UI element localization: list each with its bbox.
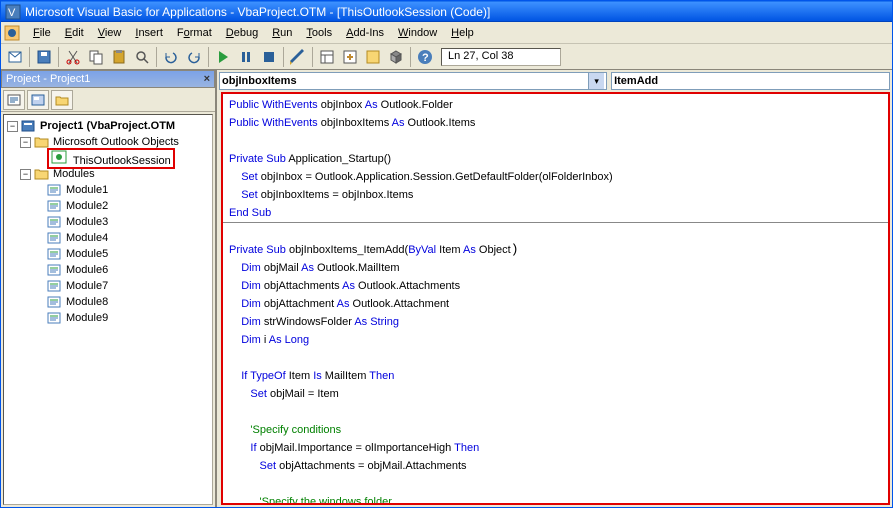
main-area: Project - Project1 × − Project1 (VbaProj… bbox=[1, 70, 892, 507]
toggle-folders-button[interactable] bbox=[51, 90, 73, 110]
code-pane: objInboxItems ▾ ItemAdd Public WithEvent… bbox=[217, 70, 892, 507]
tree-this-session[interactable]: ThisOutlookSession bbox=[7, 150, 209, 166]
tree-module[interactable]: Module2 bbox=[7, 198, 209, 214]
properties-button[interactable] bbox=[339, 46, 361, 68]
tree-module[interactable]: Module8 bbox=[7, 294, 209, 310]
module-icon bbox=[47, 279, 63, 293]
module-icon bbox=[47, 247, 63, 261]
module-icon bbox=[47, 183, 63, 197]
project-toolbar bbox=[1, 88, 215, 112]
view-outlook-button[interactable] bbox=[4, 46, 26, 68]
collapse-icon[interactable]: − bbox=[20, 137, 31, 148]
tree-module[interactable]: Module5 bbox=[7, 246, 209, 262]
project-title: Project - Project1 bbox=[6, 73, 90, 85]
menu-run[interactable]: Run bbox=[265, 25, 299, 41]
module-icon bbox=[47, 215, 63, 229]
tree-module[interactable]: Module7 bbox=[7, 278, 209, 294]
undo-button[interactable] bbox=[160, 46, 182, 68]
tree-module[interactable]: Module1 bbox=[7, 182, 209, 198]
menu-view[interactable]: View bbox=[91, 25, 129, 41]
outlook-icon[interactable] bbox=[4, 25, 20, 41]
toolbar: ? Ln 27, Col 38 bbox=[1, 44, 892, 70]
menu-format[interactable]: Format bbox=[170, 25, 219, 41]
folder-icon bbox=[34, 167, 50, 181]
menu-window[interactable]: Window bbox=[391, 25, 444, 41]
object-combo[interactable]: objInboxItems ▾ bbox=[219, 72, 607, 90]
menu-file[interactable]: File bbox=[26, 25, 58, 41]
project-header: Project - Project1 × bbox=[1, 70, 215, 88]
titlebar: V Microsoft Visual Basic for Application… bbox=[1, 1, 892, 22]
module-icon bbox=[47, 231, 63, 245]
tree-module[interactable]: Module3 bbox=[7, 214, 209, 230]
code-dropdowns: objInboxItems ▾ ItemAdd bbox=[217, 70, 892, 92]
tree-root[interactable]: − Project1 (VbaProject.OTM bbox=[7, 118, 209, 134]
cut-button[interactable] bbox=[62, 46, 84, 68]
collapse-icon[interactable]: − bbox=[20, 169, 31, 180]
menu-help[interactable]: Help bbox=[444, 25, 481, 41]
run-button[interactable] bbox=[212, 46, 234, 68]
chevron-down-icon[interactable]: ▾ bbox=[588, 73, 604, 89]
paste-button[interactable] bbox=[108, 46, 130, 68]
design-mode-button[interactable] bbox=[287, 46, 309, 68]
project-explorer-button[interactable] bbox=[316, 46, 338, 68]
tree-module[interactable]: Module9 bbox=[7, 310, 209, 326]
toolbox-button[interactable] bbox=[385, 46, 407, 68]
window-title: Microsoft Visual Basic for Applications … bbox=[25, 5, 490, 19]
app-icon: V bbox=[5, 4, 21, 20]
help-button[interactable]: ? bbox=[414, 46, 436, 68]
object-browser-button[interactable] bbox=[362, 46, 384, 68]
module-icon bbox=[47, 199, 63, 213]
view-code-button[interactable] bbox=[3, 90, 25, 110]
cursor-position: Ln 27, Col 38 bbox=[441, 48, 561, 66]
copy-button[interactable] bbox=[85, 46, 107, 68]
svg-text:?: ? bbox=[422, 52, 429, 64]
module-icon bbox=[47, 263, 63, 277]
tree-module[interactable]: Module6 bbox=[7, 262, 209, 278]
module-icon bbox=[47, 311, 63, 325]
find-button[interactable] bbox=[131, 46, 153, 68]
break-button[interactable] bbox=[235, 46, 257, 68]
menu-edit[interactable]: Edit bbox=[58, 25, 91, 41]
project-panel: Project - Project1 × − Project1 (VbaProj… bbox=[1, 70, 217, 507]
reset-button[interactable] bbox=[258, 46, 280, 68]
menu-insert[interactable]: Insert bbox=[128, 25, 170, 41]
app-window: V Microsoft Visual Basic for Application… bbox=[0, 0, 893, 508]
module-icon bbox=[47, 295, 63, 309]
tree-module[interactable]: Module4 bbox=[7, 230, 209, 246]
svg-text:V: V bbox=[8, 7, 16, 19]
menu-addins[interactable]: Add-Ins bbox=[339, 25, 391, 41]
project-icon bbox=[21, 119, 37, 133]
redo-button[interactable] bbox=[183, 46, 205, 68]
code-text[interactable]: Public WithEvents objInbox As Outlook.Fo… bbox=[223, 94, 888, 505]
collapse-icon[interactable]: − bbox=[7, 121, 18, 132]
code-editor-highlighted[interactable]: Public WithEvents objInbox As Outlook.Fo… bbox=[221, 92, 890, 505]
panel-close-button[interactable]: × bbox=[204, 73, 210, 85]
procedure-combo[interactable]: ItemAdd bbox=[611, 72, 890, 90]
project-tree[interactable]: − Project1 (VbaProject.OTM − Microsoft O… bbox=[3, 114, 213, 505]
view-object-button[interactable] bbox=[27, 90, 49, 110]
menu-tools[interactable]: Tools bbox=[299, 25, 339, 41]
menubar: File Edit View Insert Format Debug Run T… bbox=[1, 22, 892, 44]
save-button[interactable] bbox=[33, 46, 55, 68]
session-icon bbox=[51, 150, 67, 164]
menu-debug[interactable]: Debug bbox=[219, 25, 265, 41]
